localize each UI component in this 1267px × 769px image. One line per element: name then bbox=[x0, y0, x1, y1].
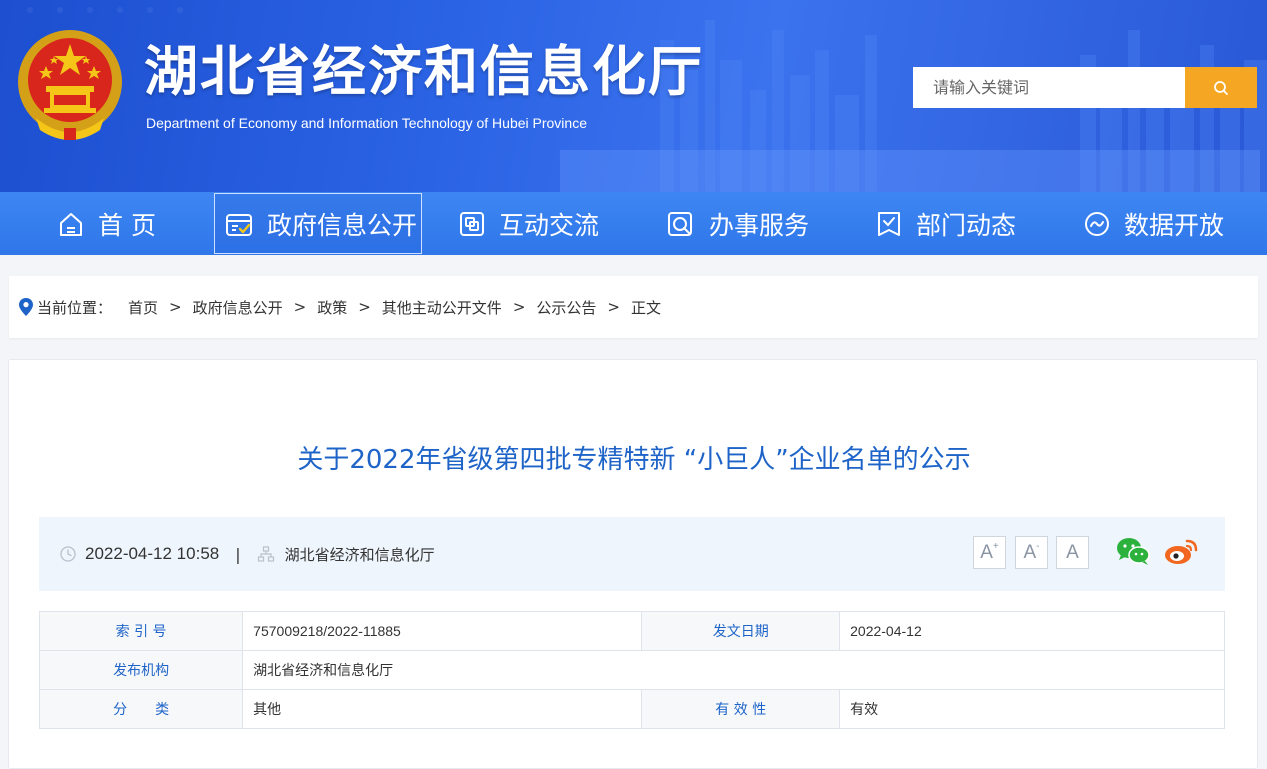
document-info-table: 索 引 号 757009218/2022-11885 发文日期 2022-04-… bbox=[38, 611, 1225, 729]
nav-item-info-disclosure[interactable]: 政府信息公开 bbox=[214, 193, 422, 254]
article-datetime: 2022-04-12 10:58 bbox=[85, 544, 220, 563]
nav-item-interaction[interactable]: 互动交流 bbox=[457, 192, 599, 255]
wechat-icon[interactable] bbox=[1115, 535, 1151, 567]
nav-item-label: 办事服务 bbox=[709, 210, 810, 240]
main-nav: 首 页 政府信息公开 互动交流 办事服务 部门动态 数据开放 bbox=[0, 192, 1267, 255]
font-button-label: A bbox=[980, 541, 993, 563]
table-row: 发布机构 湖北省经济和信息化厅 bbox=[38, 650, 1225, 690]
clock-icon bbox=[60, 546, 76, 562]
value-category: 其他 bbox=[242, 689, 643, 729]
nav-item-data-open[interactable]: 数据开放 bbox=[1082, 192, 1224, 255]
location-pin-icon bbox=[19, 298, 33, 316]
breadcrumb: 当前位置： 首页 > 政府信息公开 > 政策 > 其他主动公开文件 > 公示公告… bbox=[9, 276, 1258, 338]
interaction-icon bbox=[460, 211, 484, 236]
nav-item-label: 部门动态 bbox=[916, 210, 1017, 240]
table-row: 索 引 号 757009218/2022-11885 发文日期 2022-04-… bbox=[38, 611, 1225, 651]
breadcrumb-separator: > bbox=[169, 298, 182, 316]
label-issue-date: 发文日期 bbox=[641, 611, 841, 651]
breadcrumb-item-info-disclosure[interactable]: 政府信息公开 bbox=[193, 297, 283, 318]
label-validity: 有 效 性 bbox=[641, 689, 841, 729]
site-title: 湖北省经济和信息化厅 bbox=[144, 40, 704, 103]
label-index-number: 索 引 号 bbox=[38, 611, 244, 651]
national-emblem-icon bbox=[18, 30, 122, 140]
breadcrumb-item-other-files[interactable]: 其他主动公开文件 bbox=[382, 297, 502, 318]
nav-item-label: 互动交流 bbox=[499, 210, 600, 240]
breadcrumb-separator: > bbox=[512, 298, 526, 316]
weibo-icon[interactable] bbox=[1163, 535, 1201, 567]
data-open-icon bbox=[1085, 211, 1109, 236]
font-size-decrease-button[interactable]: A- bbox=[1015, 536, 1048, 569]
service-search-icon bbox=[668, 211, 692, 236]
search-input[interactable] bbox=[913, 67, 1185, 108]
nav-item-label: 数据开放 bbox=[1124, 210, 1225, 240]
department-news-icon bbox=[878, 211, 900, 236]
article-panel: 关于2022年省级第四批专精特新 “小巨人”企业名单的公示 2022-04-12… bbox=[8, 359, 1258, 769]
value-index-number: 757009218/2022-11885 bbox=[242, 611, 643, 651]
breadcrumb-separator: > bbox=[358, 298, 371, 316]
home-icon bbox=[60, 212, 82, 236]
value-publishing-agency: 湖北省经济和信息化厅 bbox=[242, 650, 1225, 690]
breadcrumb-label: 当前位置： bbox=[37, 298, 113, 317]
font-button-label: A bbox=[1066, 541, 1079, 563]
value-validity: 有效 bbox=[839, 689, 1225, 729]
nav-item-label: 首 页 bbox=[98, 210, 156, 240]
breadcrumb-item-policy[interactable]: 政策 bbox=[317, 297, 347, 318]
meta-divider: | bbox=[235, 544, 241, 564]
value-issue-date: 2022-04-12 bbox=[839, 611, 1225, 651]
nav-item-department-news[interactable]: 部门动态 bbox=[874, 192, 1016, 255]
font-size-reset-button[interactable]: A bbox=[1056, 536, 1089, 569]
info-disclosure-icon bbox=[226, 213, 252, 236]
site-subtitle: Department of Economy and Information Te… bbox=[146, 115, 587, 131]
breadcrumb-item-home[interactable]: 首页 bbox=[128, 297, 158, 318]
article-publisher: 湖北省经济和信息化厅 bbox=[284, 545, 435, 564]
nav-item-label: 政府信息公开 bbox=[267, 210, 418, 240]
search-button[interactable] bbox=[1185, 67, 1257, 108]
nav-item-services[interactable]: 办事服务 bbox=[665, 192, 809, 255]
breadcrumb-item-announcements[interactable]: 公示公告 bbox=[536, 297, 596, 318]
header-banner: 湖北省经济和信息化厅 Department of Economy and Inf… bbox=[0, 0, 1267, 192]
breadcrumb-separator: > bbox=[293, 298, 307, 316]
label-category: 分 类 bbox=[38, 689, 244, 729]
breadcrumb-item-current: 正文 bbox=[630, 298, 661, 317]
label-publishing-agency: 发布机构 bbox=[38, 650, 244, 690]
organization-icon bbox=[257, 546, 274, 562]
article-meta-bar: 2022-04-12 10:58 | 湖北省经济和信息化厅 A + A- A bbox=[39, 517, 1225, 591]
article-title: 关于2022年省级第四批专精特新 “小巨人”企业名单的公示 bbox=[297, 445, 971, 475]
table-row: 分 类 其他 有 效 性 有效 bbox=[38, 689, 1225, 729]
font-size-increase-button[interactable]: A + bbox=[973, 536, 1006, 569]
breadcrumb-separator: > bbox=[607, 298, 620, 316]
font-button-label: A bbox=[1023, 541, 1037, 563]
nav-item-home[interactable]: 首 页 bbox=[56, 192, 156, 255]
search-icon bbox=[1214, 80, 1228, 95]
